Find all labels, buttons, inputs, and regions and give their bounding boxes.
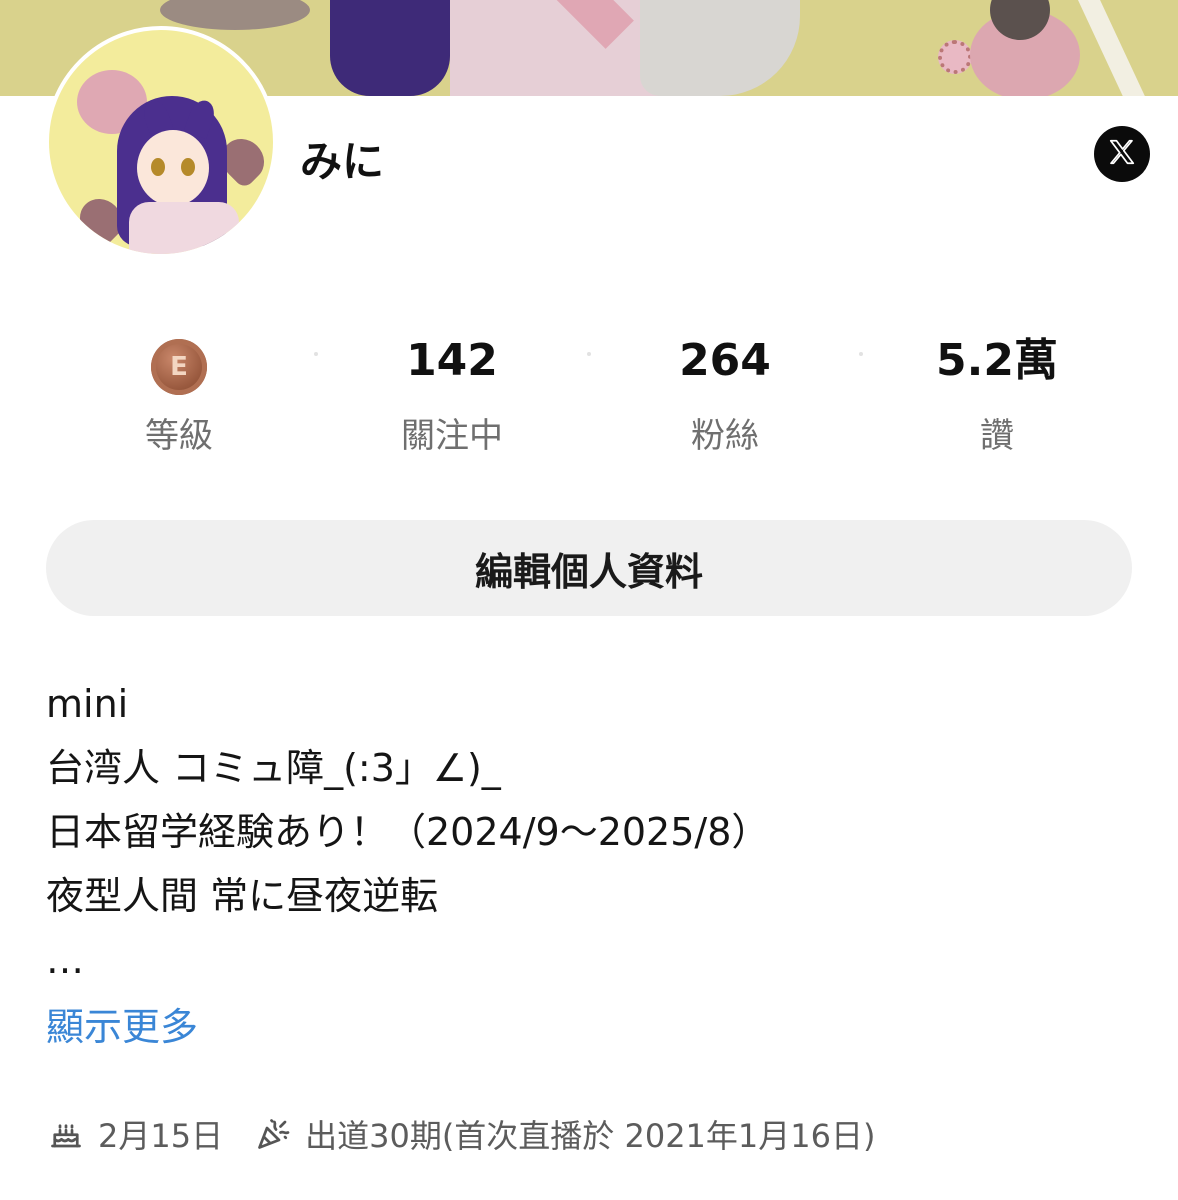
- cake-icon: [46, 1114, 86, 1154]
- bio-line: mini: [46, 682, 129, 726]
- bio: mini 台湾人 コミュ障_(:3」∠)_ 日本留学経験あり！（2024/9～2…: [46, 672, 1136, 992]
- avatar[interactable]: [45, 26, 277, 258]
- stat-following[interactable]: 142 關注中: [322, 320, 582, 457]
- profile-name: みに: [300, 137, 385, 186]
- stat-followers[interactable]: 264 粉絲: [595, 320, 855, 457]
- stat-level-label: 等級: [145, 416, 213, 456]
- bio-line: 台湾人 コミュ障_(:3」∠)_: [46, 746, 501, 790]
- stat-divider: [314, 352, 318, 356]
- profile-stats: E 等級 142 關注中 264 粉絲 5.2萬 讚: [0, 320, 1178, 460]
- debut-text: 出道30期(首次直播於 2021年1月16日): [305, 1117, 876, 1155]
- x-logo-icon: [1107, 137, 1137, 171]
- party-popper-icon: [253, 1114, 293, 1154]
- stat-divider: [587, 352, 591, 356]
- stat-followers-label: 粉絲: [691, 416, 759, 456]
- stat-following-value: 142: [406, 335, 498, 386]
- profile-meta: 2月15日 出道30期(首次直播於 2021年1月16日): [46, 1106, 905, 1162]
- stat-following-label: 關注中: [401, 416, 503, 456]
- x-social-button[interactable]: [1094, 126, 1150, 182]
- show-more-link[interactable]: 顯示更多: [46, 996, 198, 1051]
- birthday-text: 2月15日: [98, 1117, 224, 1155]
- stat-likes-label: 讚: [980, 416, 1014, 456]
- stat-level[interactable]: E 等級: [49, 320, 309, 457]
- debut-info: 出道30期(首次直播於 2021年1月16日): [253, 1111, 875, 1157]
- birthday-info: 2月15日: [46, 1111, 223, 1157]
- level-badge-icon: E: [151, 339, 207, 395]
- edit-profile-button[interactable]: 編輯個人資料: [46, 520, 1132, 616]
- stat-followers-value: 264: [679, 335, 771, 386]
- stat-divider: [859, 352, 863, 356]
- stat-likes[interactable]: 5.2萬 讚: [867, 320, 1127, 457]
- stat-likes-value: 5.2萬: [936, 335, 1058, 386]
- bio-line: 日本留学経験あり！（2024/9～2025/8）: [46, 810, 770, 854]
- bio-ellipsis: …: [46, 938, 84, 982]
- bio-line: 夜型人間 常に昼夜逆転: [46, 874, 439, 918]
